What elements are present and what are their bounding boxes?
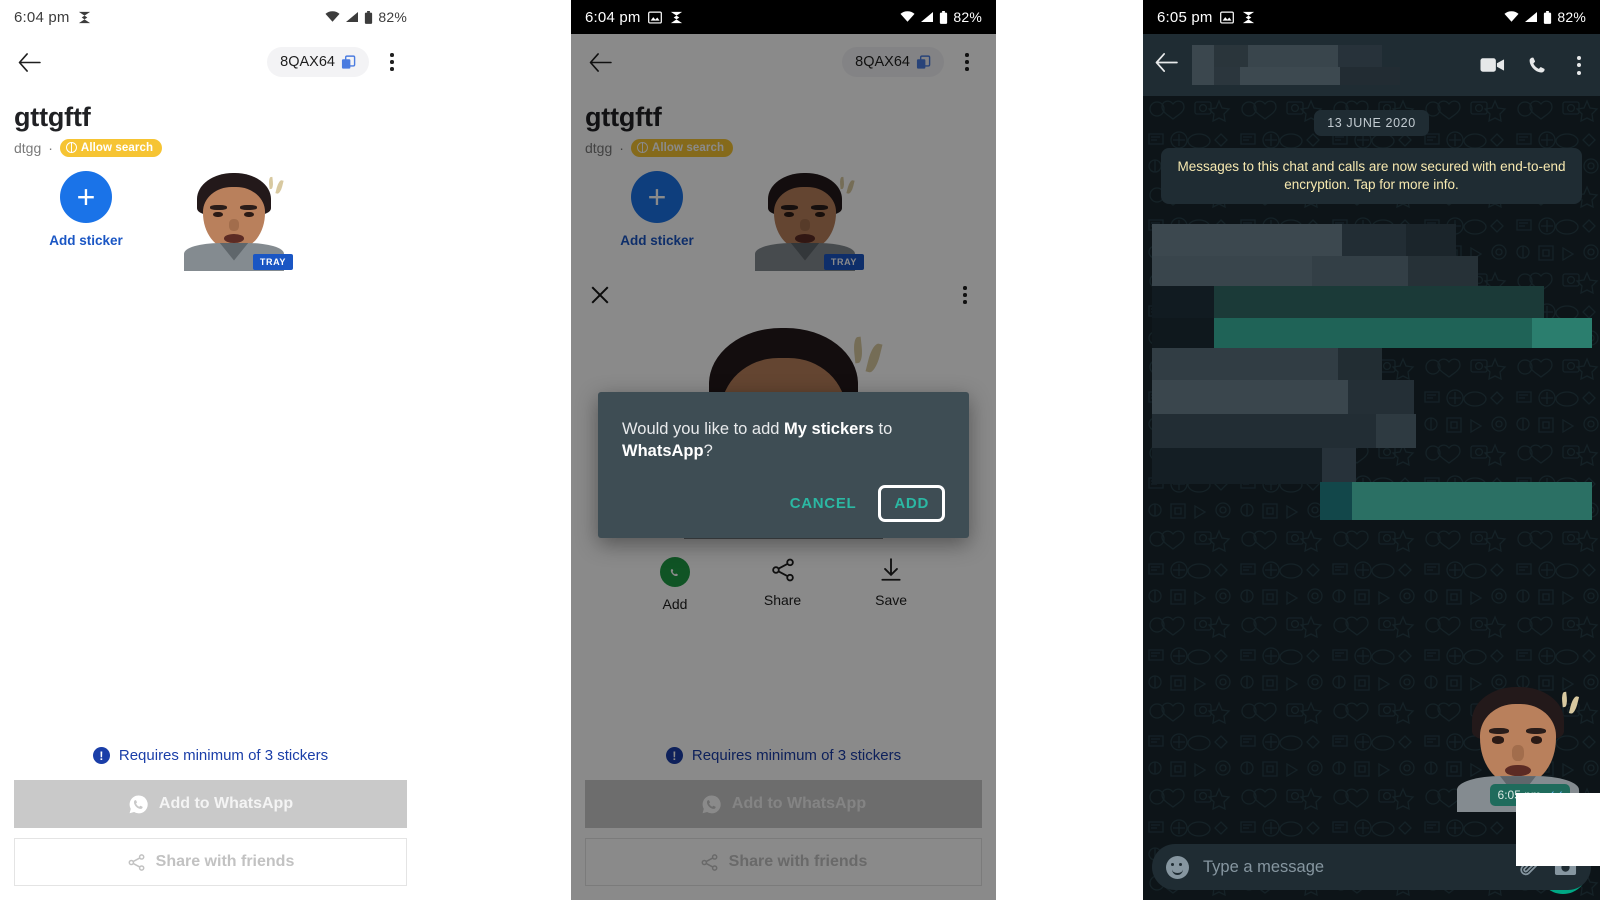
share-icon bbox=[127, 853, 146, 872]
whatsapp-icon bbox=[128, 794, 149, 815]
battery-percent: 82% bbox=[953, 9, 982, 25]
status-badge[interactable]: Allow search bbox=[59, 139, 163, 157]
chat-body: 13 JUNE 2020 Messages to this chat and c… bbox=[1143, 96, 1600, 900]
battery-percent: 82% bbox=[378, 9, 407, 25]
cancel-button[interactable]: CANCEL bbox=[774, 485, 873, 522]
overflow-menu-icon[interactable] bbox=[377, 47, 407, 77]
signal-icon bbox=[920, 11, 934, 23]
pack-code-label: 8QAX64 bbox=[280, 54, 335, 70]
status-bar: 6:04 pm 82% bbox=[571, 0, 996, 34]
sticker-grid: + Add sticker TRAY bbox=[0, 157, 421, 271]
video-call-icon[interactable] bbox=[1480, 56, 1505, 74]
pack-meta: dtgg · Allow search bbox=[0, 133, 421, 157]
add-to-whatsapp-button[interactable]: Add to WhatsApp bbox=[14, 780, 407, 828]
copy-icon[interactable] bbox=[341, 54, 356, 70]
dialog-text-1: Would you like to add bbox=[622, 420, 785, 438]
requirement-notice: ! Requires minimum of 3 stickers bbox=[14, 733, 407, 780]
add-button[interactable]: ADD bbox=[878, 484, 945, 522]
dialog-text-2: to bbox=[873, 420, 893, 438]
status-bar: 6:05 pm 82% bbox=[1143, 0, 1600, 34]
battery-icon bbox=[1543, 10, 1552, 24]
status-bar: 6:04 pm 82% bbox=[0, 0, 421, 34]
message-input[interactable]: Type a message bbox=[1203, 858, 1504, 877]
wifi-icon bbox=[900, 11, 915, 23]
dialog-message: Would you like to add My stickers to Wha… bbox=[622, 418, 945, 463]
snapchat-icon bbox=[669, 10, 684, 25]
contact-identity-redacted[interactable] bbox=[1192, 43, 1466, 87]
chat-app-bar bbox=[1143, 34, 1600, 96]
battery-percent: 82% bbox=[1557, 9, 1586, 25]
snapchat-icon bbox=[1241, 10, 1256, 25]
dialog-text-3: ? bbox=[703, 442, 713, 461]
status-bar-right: 82% bbox=[1504, 9, 1586, 25]
image-icon bbox=[647, 10, 662, 24]
snapchat-icon bbox=[77, 10, 92, 25]
pack-code-chip[interactable]: 8QAX64 bbox=[267, 47, 369, 77]
battery-icon bbox=[939, 10, 948, 24]
page-title: gttgftf bbox=[14, 102, 91, 132]
globe-icon bbox=[65, 142, 77, 153]
status-bar-left: 6:04 pm bbox=[14, 9, 92, 26]
status-bar-left: 6:05 pm bbox=[1157, 9, 1256, 26]
status-time: 6:05 pm bbox=[1157, 8, 1213, 26]
battery-icon bbox=[364, 10, 373, 24]
pack-author: dtgg bbox=[14, 139, 42, 156]
status-bar-right: 82% bbox=[900, 9, 982, 25]
screenshot-stage: 6:04 pm 82% 8QAX64 gttgftf dtgg · Allow … bbox=[0, 0, 1600, 900]
back-arrow-icon[interactable] bbox=[14, 47, 44, 77]
dialog-pack-name: My stickers bbox=[784, 420, 874, 438]
redacted-messages-region bbox=[1152, 224, 1592, 524]
plus-icon[interactable]: + bbox=[60, 170, 112, 223]
status-bar-left: 6:04 pm bbox=[585, 9, 684, 26]
share-with-friends-button[interactable]: Share with friends bbox=[14, 838, 407, 886]
sticker-thumbnail[interactable]: TRAY bbox=[182, 171, 293, 271]
wifi-icon bbox=[325, 11, 340, 23]
signal-icon bbox=[1524, 11, 1538, 23]
add-sticker-cell[interactable]: + Add sticker bbox=[12, 170, 160, 271]
image-icon bbox=[1219, 10, 1234, 24]
overflow-menu-icon[interactable] bbox=[1570, 55, 1588, 75]
encryption-notice[interactable]: Messages to this chat and calls are now … bbox=[1161, 148, 1582, 205]
app-bar: 8QAX64 bbox=[0, 34, 421, 90]
phone-screenshot-1: 6:04 pm 82% 8QAX64 gttgftf dtgg · Allow … bbox=[0, 0, 421, 900]
add-stickers-dialog: Would you like to add My stickers to Wha… bbox=[598, 392, 969, 538]
phone-screenshot-2: 6:04 pm 82% 8QAX64 gttgftf dtgg · Allow … bbox=[571, 0, 996, 900]
meta-separator: · bbox=[48, 139, 53, 156]
footer-actions: ! Requires minimum of 3 stickers Add to … bbox=[0, 733, 421, 900]
phone-icon[interactable] bbox=[1527, 55, 1548, 76]
status-time: 6:04 pm bbox=[14, 8, 70, 26]
tray-badge: TRAY bbox=[252, 253, 293, 270]
add-sticker-label: Add sticker bbox=[49, 232, 123, 248]
chat-actions bbox=[1480, 55, 1588, 76]
sticker-cell[interactable]: TRAY bbox=[160, 171, 308, 271]
dialog-button-row: CANCEL ADD bbox=[622, 484, 945, 528]
phone-screenshot-3: 6:05 pm 82% 13 JUNE 2020 Messages to thi… bbox=[1143, 0, 1600, 900]
wifi-icon bbox=[1504, 11, 1519, 23]
date-chip: 13 JUNE 2020 bbox=[1314, 110, 1429, 136]
status-bar-right: 82% bbox=[325, 9, 407, 25]
share-with-friends-label: Share with friends bbox=[155, 853, 295, 870]
requirement-text: Requires minimum of 3 stickers bbox=[118, 747, 329, 764]
signal-icon bbox=[345, 11, 359, 23]
info-icon: ! bbox=[92, 747, 110, 764]
back-arrow-icon[interactable] bbox=[1155, 53, 1178, 77]
status-badge-label: Allow search bbox=[80, 141, 154, 154]
redaction-overlay bbox=[1516, 793, 1600, 866]
emoji-icon[interactable] bbox=[1166, 855, 1189, 879]
dialog-app-name: WhatsApp bbox=[622, 442, 704, 461]
status-time: 6:04 pm bbox=[585, 8, 641, 26]
add-to-whatsapp-label: Add to WhatsApp bbox=[158, 795, 294, 812]
